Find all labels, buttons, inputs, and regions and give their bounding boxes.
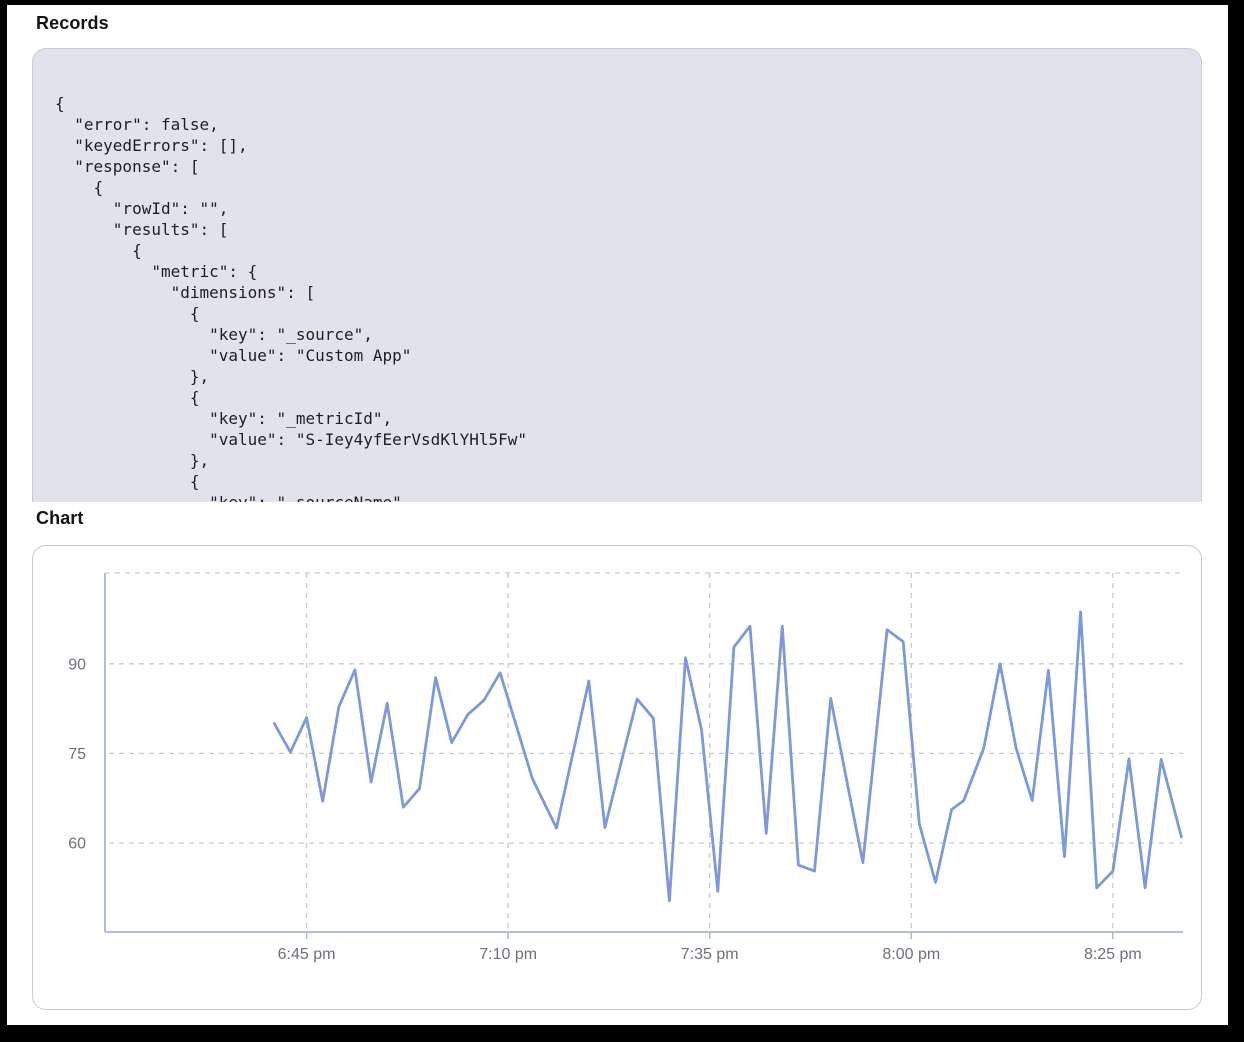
records-heading: Records [36,13,109,34]
x-tick-label: 7:35 pm [681,946,739,963]
chart-heading: Chart [36,508,84,529]
y-tick-label: 75 [68,746,86,763]
series-line [274,612,1181,901]
x-tick-label: 8:25 pm [1084,946,1142,963]
x-tick-label: 6:45 pm [278,946,336,963]
chart-card: 60 75 90 6:45 pm 7:10 pm 7:35 pm 8:00 pm 8:25 p… [32,545,1202,1010]
y-tick-label: 90 [68,656,86,673]
records-card[interactable]: { "error": false, "keyedErrors": [], "re… [32,48,1202,502]
y-tick-label: 60 [68,835,86,852]
screenshot-frame: { "sections": { "records": { "title": "R… [0,0,1244,1042]
x-tick-label: 8:00 pm [882,946,940,963]
line-chart: 60 75 90 6:45 pm 7:10 pm 7:35 pm 8:00 pm 8:25 p… [33,546,1201,1009]
records-json-code[interactable]: { "error": false, "keyedErrors": [], "re… [33,49,1201,502]
metrics-results-page: Records { "error": false, "keyedErrors":… [7,5,1228,1025]
x-tick-label: 7:10 pm [479,946,537,963]
